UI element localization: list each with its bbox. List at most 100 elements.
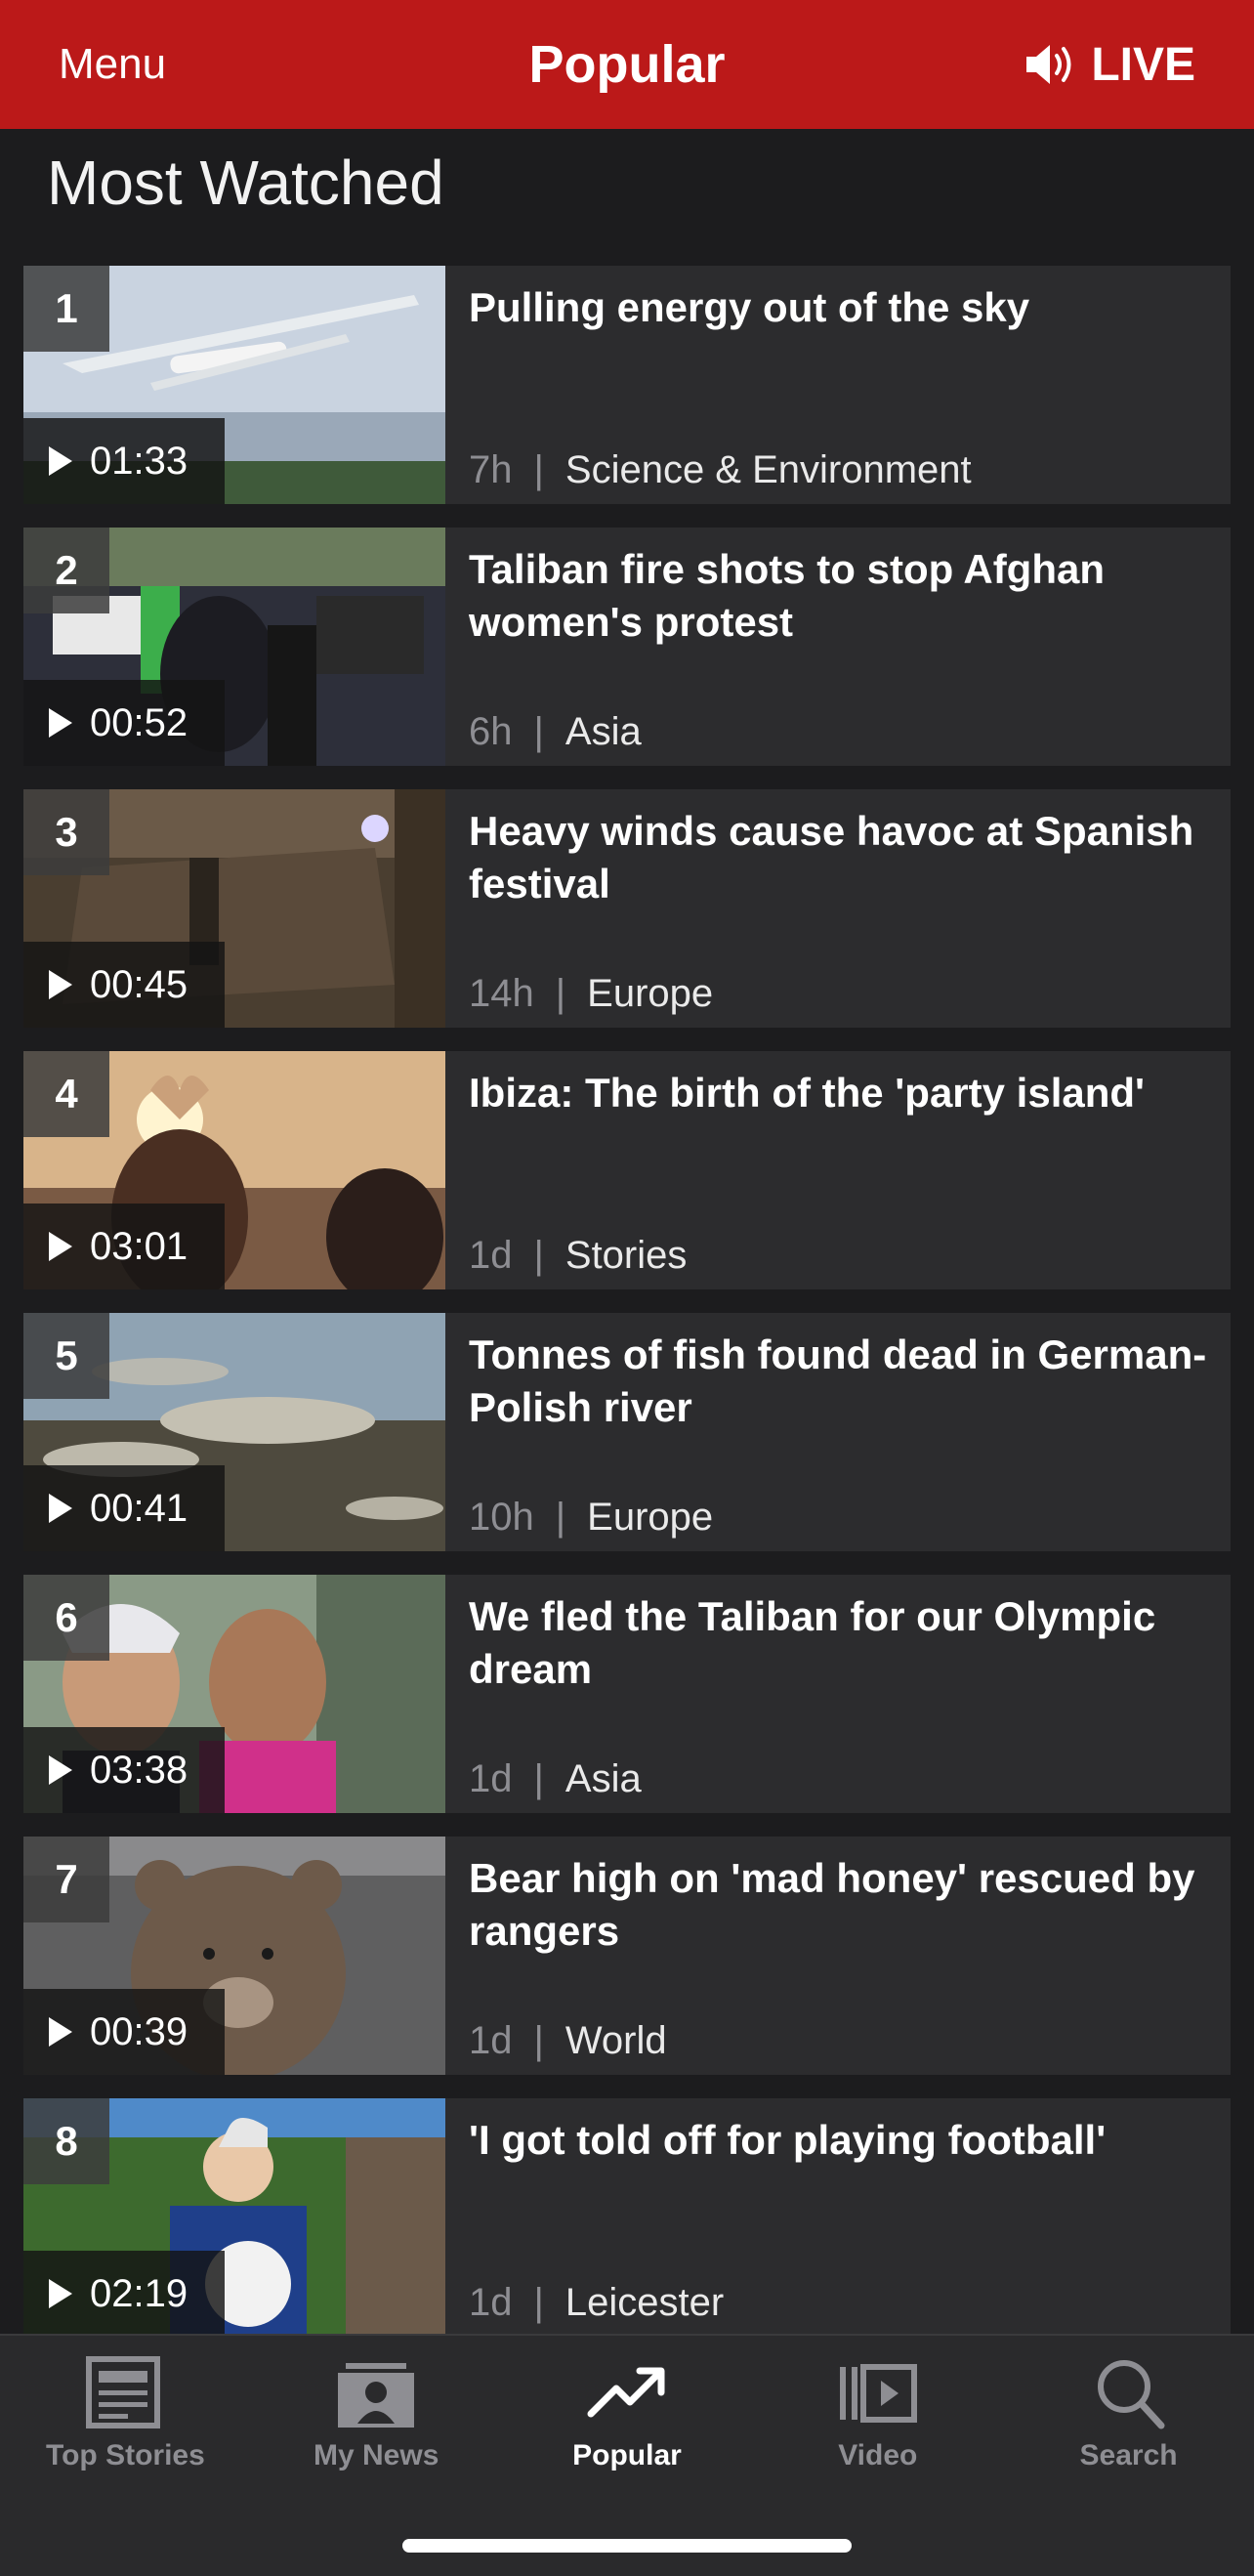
duration-badge: 00:39 xyxy=(23,1989,225,2075)
headline[interactable]: Ibiza: The birth of the 'party island' xyxy=(469,1067,1207,1119)
tab-label: Popular xyxy=(572,2439,682,2471)
rank-badge: 4 xyxy=(23,1051,109,1137)
rank-badge: 7 xyxy=(23,1837,109,1922)
speaker-icon xyxy=(1026,45,1071,84)
menu-button[interactable]: Menu xyxy=(59,0,166,129)
newspaper-icon xyxy=(86,2356,161,2428)
live-button[interactable]: LIVE xyxy=(1024,0,1195,129)
home-indicator[interactable] xyxy=(402,2539,852,2553)
video-list-item[interactable]: 3 00:45 Heavy winds cause havoc at Spani… xyxy=(23,789,1231,1028)
video-thumbnail[interactable]: 2 00:52 xyxy=(23,528,445,766)
meta-separator: | xyxy=(555,972,566,1015)
video-list-item[interactable]: 7 00:39 Bear high on 'mad honey' rescued… xyxy=(23,1837,1231,2075)
timestamp: 1d xyxy=(469,1757,513,1800)
duration-label: 00:45 xyxy=(90,962,188,1006)
duration-label: 02:19 xyxy=(90,2271,188,2315)
item-meta: 7h | Science & Environment xyxy=(469,448,972,492)
my-news-icon xyxy=(338,2363,415,2428)
item-meta: 10h | Europe xyxy=(469,1496,713,1540)
timestamp: 14h xyxy=(469,972,534,1015)
play-icon xyxy=(49,2279,72,2308)
timestamp: 1d xyxy=(469,1234,513,1277)
duration-badge: 00:45 xyxy=(23,942,225,1028)
video-thumbnail[interactable]: 6 03:38 xyxy=(23,1575,445,1813)
tab-popular[interactable]: Popular xyxy=(502,2336,753,2482)
video-thumbnail[interactable]: 5 00:41 xyxy=(23,1313,445,1551)
meta-separator: | xyxy=(533,1234,544,1277)
category-label: World xyxy=(564,2019,667,2062)
play-icon xyxy=(49,708,72,738)
video-thumbnail[interactable]: 8 02:19 xyxy=(23,2098,445,2337)
duration-badge: 03:38 xyxy=(23,1727,225,1813)
meta-separator: | xyxy=(555,1496,566,1539)
rank-badge: 1 xyxy=(23,266,109,352)
headline[interactable]: Taliban fire shots to stop Afghan women'… xyxy=(469,543,1207,649)
item-info: Ibiza: The birth of the 'party island' 1… xyxy=(445,1051,1231,1289)
page-title: Popular xyxy=(528,35,726,94)
play-icon xyxy=(49,1494,72,1523)
bottom-tab-bar: Top Stories My News Popular Video Search xyxy=(0,2334,1254,2576)
rank-badge: 6 xyxy=(23,1575,109,1661)
item-info: Pulling energy out of the sky 7h | Scien… xyxy=(445,266,1231,504)
duration-badge: 02:19 xyxy=(23,2251,225,2337)
headline[interactable]: We fled the Taliban for our Olympic drea… xyxy=(469,1590,1207,1696)
video-thumbnail[interactable]: 3 00:45 xyxy=(23,789,445,1028)
tab-my-news[interactable]: My News xyxy=(251,2336,502,2482)
duration-label: 03:38 xyxy=(90,1748,188,1792)
duration-label: 00:39 xyxy=(90,2009,188,2053)
rank-badge: 8 xyxy=(23,2098,109,2184)
item-info: Heavy winds cause havoc at Spanish festi… xyxy=(445,789,1231,1028)
timestamp: 10h xyxy=(469,1496,534,1539)
video-list-item[interactable]: 8 02:19 'I got told off for playing foot… xyxy=(23,2098,1231,2337)
timestamp: 1d xyxy=(469,2019,513,2062)
tab-label: My News xyxy=(314,2439,439,2471)
category-label: Asia xyxy=(564,1757,642,1800)
top-bar: Menu Popular LIVE xyxy=(0,0,1254,129)
item-meta: 14h | Europe xyxy=(469,972,713,1016)
category-label: Asia xyxy=(564,710,642,753)
video-list-item[interactable]: 1 01:33 Pulling energy out of the sky 7h… xyxy=(23,266,1231,504)
meta-separator: | xyxy=(533,2281,544,2324)
item-info: Tonnes of fish found dead in German-Poli… xyxy=(445,1313,1231,1551)
headline[interactable]: Heavy winds cause havoc at Spanish festi… xyxy=(469,805,1207,910)
headline[interactable]: Pulling energy out of the sky xyxy=(469,281,1207,334)
duration-badge: 00:41 xyxy=(23,1465,225,1551)
category-label: Europe xyxy=(587,1496,714,1539)
play-icon xyxy=(49,970,72,999)
video-list-item[interactable]: 4 03:01 Ibiza: The birth of the 'party i… xyxy=(23,1051,1231,1289)
tab-label: Video xyxy=(838,2439,918,2471)
video-thumbnail[interactable]: 1 01:33 xyxy=(23,266,445,504)
video-list-item[interactable]: 2 00:52 Taliban fire shots to stop Afgha… xyxy=(23,528,1231,766)
video-list-item[interactable]: 5 00:41 Tonnes of fish found dead in Ger… xyxy=(23,1313,1231,1551)
live-label: LIVE xyxy=(1091,38,1195,91)
video-icon xyxy=(839,2364,917,2423)
item-meta: 1d | World xyxy=(469,2019,667,2063)
item-meta: 6h | Asia xyxy=(469,710,642,754)
rank-badge: 5 xyxy=(23,1313,109,1399)
tab-label: Search xyxy=(1079,2439,1178,2471)
meta-separator: | xyxy=(533,2019,544,2062)
tab-search[interactable]: Search xyxy=(1003,2336,1254,2482)
tab-video[interactable]: Video xyxy=(752,2336,1003,2482)
headline[interactable]: Bear high on 'mad honey' rescued by rang… xyxy=(469,1852,1207,1958)
item-meta: 1d | Asia xyxy=(469,1757,642,1801)
item-meta: 1d | Leicester xyxy=(469,2281,724,2325)
play-icon xyxy=(49,446,72,476)
headline[interactable]: Tonnes of fish found dead in German-Poli… xyxy=(469,1329,1207,1434)
tab-label: Top Stories xyxy=(46,2439,205,2471)
section-title: Most Watched xyxy=(47,148,444,218)
tab-top-stories[interactable]: Top Stories xyxy=(0,2336,251,2482)
item-info: Bear high on 'mad honey' rescued by rang… xyxy=(445,1837,1231,2075)
search-icon xyxy=(1097,2360,1165,2429)
rank-badge: 3 xyxy=(23,789,109,875)
app-screen: Menu Popular LIVE Most Watched 1 01:33 P… xyxy=(0,0,1254,2576)
video-thumbnail[interactable]: 4 03:01 xyxy=(23,1051,445,1289)
timestamp: 1d xyxy=(469,2281,513,2324)
headline[interactable]: 'I got told off for playing football' xyxy=(469,2114,1207,2167)
play-icon xyxy=(49,1755,72,1785)
video-list-item[interactable]: 6 03:38 We fled the Taliban for our Olym… xyxy=(23,1575,1231,1813)
meta-separator: | xyxy=(533,448,544,491)
video-thumbnail[interactable]: 7 00:39 xyxy=(23,1837,445,2075)
category-label: Europe xyxy=(587,972,714,1015)
duration-label: 01:33 xyxy=(90,439,188,483)
